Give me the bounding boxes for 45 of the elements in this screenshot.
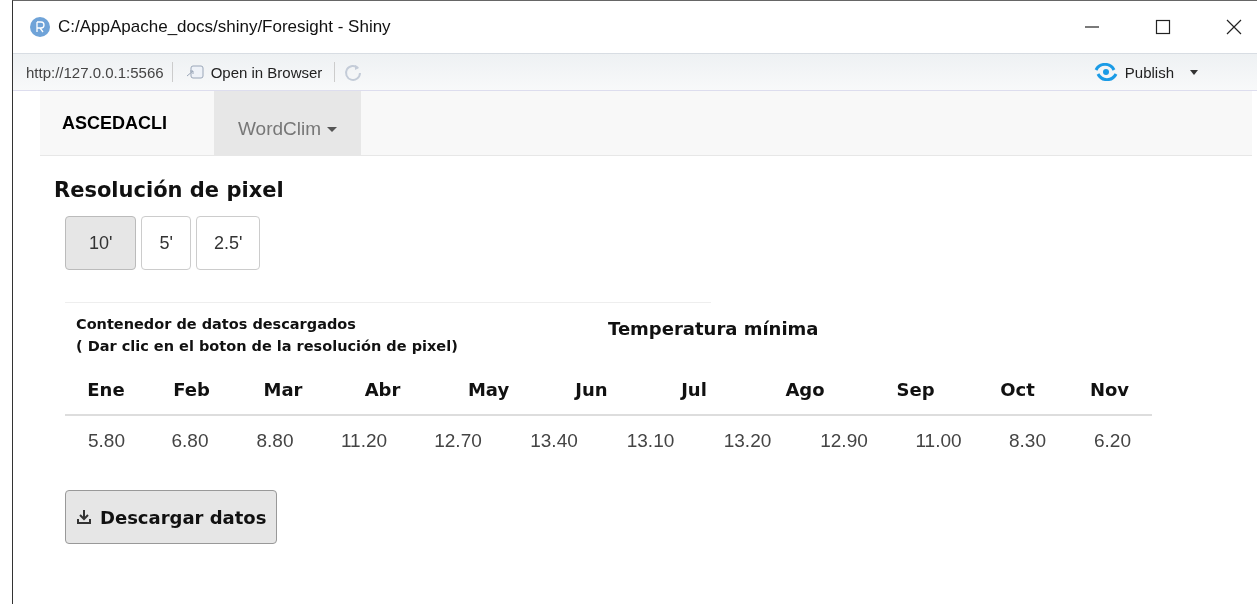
publish-icon <box>1092 63 1119 81</box>
nav-dropdown[interactable]: WordClim <box>214 91 362 155</box>
table-cell-text: 13.20 <box>722 430 773 452</box>
window-title: C:/AppApache_docs/shiny/Foresight - Shiny <box>58 17 391 37</box>
column-header: Ago <box>784 379 826 400</box>
note-text: Contenedor de datos descargados <box>76 315 357 334</box>
table-cell-text: 8.30 <box>1008 430 1047 452</box>
table-cell-text: 11.20 <box>339 430 389 452</box>
maximize-icon[interactable] <box>1155 19 1171 35</box>
section-heading: Resolución de pixel <box>54 178 285 202</box>
column-header: Jun <box>573 379 609 400</box>
resolution-button[interactable]: 2.5' <box>195 216 261 270</box>
column-header: Sep <box>895 379 936 400</box>
column-header: Mar <box>262 379 304 400</box>
table-cell-text: 13.10 <box>625 430 676 452</box>
caret-icon <box>1190 69 1198 75</box>
table-cell-text: 8.80 <box>255 430 295 452</box>
column-header: Oct <box>999 379 1036 400</box>
column-header: Nov <box>1088 379 1131 400</box>
brand-title: ASCEDACLI <box>61 111 168 135</box>
table-cell-text: 11.00 <box>914 430 963 452</box>
close-icon[interactable] <box>1226 19 1242 35</box>
table-cell-text: 13.40 <box>529 430 579 452</box>
open-in-browser-button[interactable]: Open in Browser <box>180 63 327 81</box>
column-header: Abr <box>363 379 402 400</box>
table-title: Temperatura mínima <box>608 318 819 341</box>
column-header: Ene <box>86 379 126 400</box>
table-cell-text: 6.80 <box>170 430 210 452</box>
download-button[interactable]: Descargar datos <box>65 490 278 544</box>
column-header: May <box>466 379 511 400</box>
window-icon <box>184 64 205 80</box>
note-text: ( Dar clic en el boton de la resolución de pixel) <box>76 337 459 356</box>
publish-button[interactable]: Publish <box>1088 63 1202 81</box>
r-logo-icon <box>30 17 50 37</box>
download-icon <box>76 509 92 525</box>
resolution-button[interactable]: 10' <box>65 216 137 270</box>
column-header: Jul <box>679 379 708 400</box>
resolution-button[interactable]: 5' <box>141 216 191 270</box>
table-cell-text: 12.90 <box>819 430 869 452</box>
table-cell-text: 6.20 <box>1093 430 1132 452</box>
table-cell-text: 12.70 <box>433 430 483 452</box>
table-cell-text: 5.80 <box>87 430 126 452</box>
caret-icon <box>327 126 338 132</box>
column-header: Feb <box>172 379 211 400</box>
url-text: http://127.0.0.1:5566 <box>26 63 164 81</box>
